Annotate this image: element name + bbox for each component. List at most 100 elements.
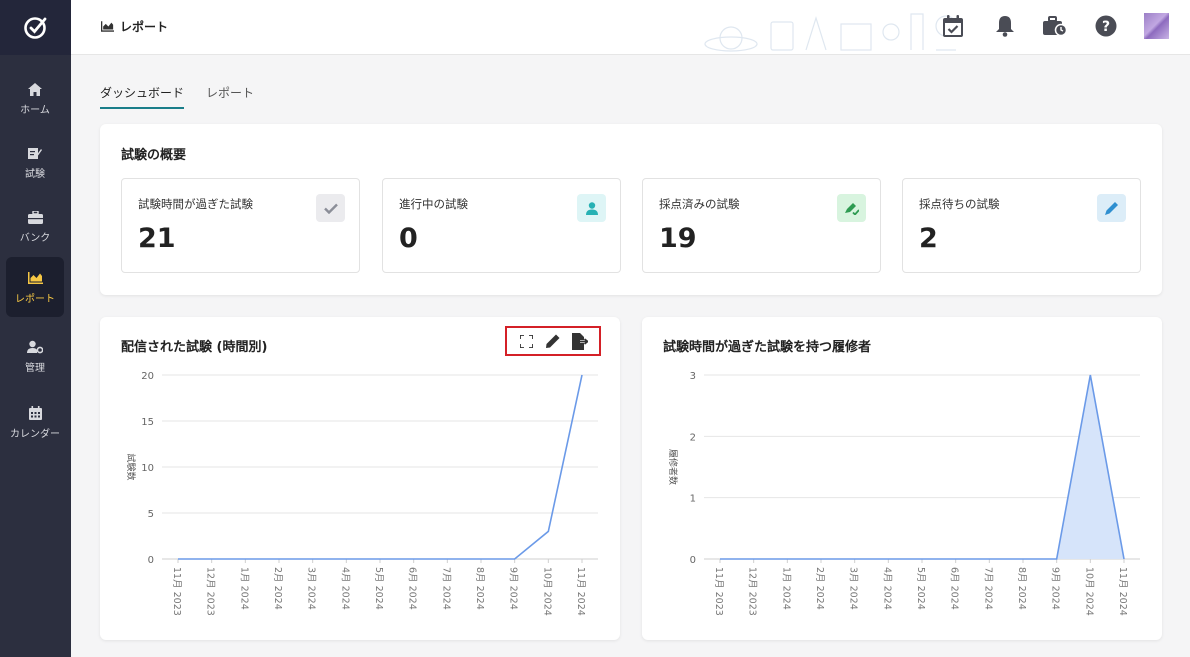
chart2-y-tick-label: 3 xyxy=(690,371,696,382)
chart1-y-axis-label: 試験数 xyxy=(125,453,137,480)
stat-card-in-progress[interactable]: 進行中の試験 0 xyxy=(382,178,621,273)
person-icon xyxy=(577,194,606,222)
sidebar-item-label: ホーム xyxy=(20,105,50,116)
chart2-x-tick-label: 4月 2024 xyxy=(881,567,892,610)
exams-delivered-chart-card: 配信された試験 (時間別) 0 5 10 15 20 試験数 11月 2023 12月 202… xyxy=(100,317,620,640)
sidebar-item-label: レポート xyxy=(15,294,55,305)
fullscreen-icon[interactable] xyxy=(516,331,536,351)
chart2-y-tick-label: 2 xyxy=(690,432,696,443)
exam-edit-icon xyxy=(28,144,42,162)
chart1-y-tick-label: 20 xyxy=(141,371,154,382)
chart2-x-tick-label: 10月 2024 xyxy=(1083,567,1094,616)
chart2-x-tick-label: 12月 2023 xyxy=(747,567,758,616)
home-icon xyxy=(28,80,42,98)
pen-icon xyxy=(1097,194,1126,222)
chart1-x-tick-label: 3月 2024 xyxy=(306,567,317,610)
chart-icon xyxy=(101,21,114,32)
app-logo[interactable] xyxy=(0,0,71,55)
briefcase-clock-icon[interactable] xyxy=(1043,13,1067,39)
sidebar: ホーム 試験 バンク レポート 管理 カレンダー xyxy=(0,0,71,657)
overview-title: 試験の概要 xyxy=(121,148,187,163)
chart2-x-tick-label: 7月 2024 xyxy=(982,567,993,610)
user-gear-icon xyxy=(27,338,43,356)
briefcase-icon xyxy=(27,208,43,226)
chart1-x-tick-label: 2月 2024 xyxy=(272,567,283,610)
sidebar-item-label: 試験 xyxy=(25,169,45,180)
stat-label: 採点待ちの試験 xyxy=(919,197,1000,211)
stat-card-pending[interactable]: 採点待ちの試験 2 xyxy=(902,178,1141,273)
stat-value: 21 xyxy=(138,223,176,254)
chart1-x-tick-label: 6月 2024 xyxy=(407,567,418,610)
page-title: レポート xyxy=(101,18,168,35)
top-header: レポート ? xyxy=(71,0,1190,55)
sidebar-item-report[interactable]: レポート xyxy=(6,257,64,317)
chart2-x-tick-label: 8月 2024 xyxy=(1016,567,1027,610)
chart1-x-tick-label: 11月 2023 xyxy=(171,567,182,616)
chart1-x-tick-label: 12月 2023 xyxy=(205,567,216,616)
sidebar-item-label: バンク xyxy=(19,233,51,244)
tab-dashboard[interactable]: ダッシュボード xyxy=(100,84,185,109)
calendar-icon xyxy=(28,404,42,422)
exams-delivered-line-chart: 0 5 10 15 20 試験数 11月 2023 12月 2023 1月 2024 2月 202… xyxy=(125,371,598,616)
chart1-y-tick-label: 5 xyxy=(148,509,154,520)
check-icon xyxy=(316,194,345,222)
chart1-x-tick-label: 4月 2024 xyxy=(339,567,350,610)
svg-text:?: ? xyxy=(1102,19,1110,35)
stat-label: 採点済みの試験 xyxy=(659,197,740,211)
chart-toolbar xyxy=(505,326,601,356)
students-expired-chart-card: 試験時間が過ぎた試験を持つ履修者 0 1 2 3 履修者数 11月 2023 12月 202… xyxy=(642,317,1162,640)
chart2-x-tick-label: 1月 2024 xyxy=(780,567,791,610)
tab-report[interactable]: レポート xyxy=(206,84,254,109)
tab-bar: ダッシュボード レポート xyxy=(100,84,254,109)
chart-icon xyxy=(27,269,43,287)
chart1-x-tick-label: 7月 2024 xyxy=(440,567,451,610)
edit-icon[interactable] xyxy=(543,331,563,351)
chart2-x-tick-label: 3月 2024 xyxy=(848,567,859,610)
chart1-title: 配信された試験 (時間別) xyxy=(121,340,268,355)
chart1-x-tick-label: 11月 2024 xyxy=(575,567,586,616)
chart2-y-tick-label: 0 xyxy=(690,555,696,566)
bell-icon[interactable] xyxy=(993,13,1017,39)
export-icon[interactable] xyxy=(570,331,590,351)
sidebar-item-label: カレンダー xyxy=(10,429,60,440)
chart2-title: 試験時間が過ぎた試験を持つ履修者 xyxy=(663,340,872,355)
stat-value: 2 xyxy=(919,223,938,254)
user-avatar[interactable] xyxy=(1144,13,1169,39)
chart2-x-tick-label: 11月 2024 xyxy=(1117,567,1128,616)
chart2-y-tick-label: 1 xyxy=(690,494,696,505)
chart1-x-tick-label: 10月 2024 xyxy=(541,567,552,616)
chart1-x-tick-label: 8月 2024 xyxy=(474,567,485,610)
chart1-x-tick-label: 1月 2024 xyxy=(238,567,249,610)
sidebar-item-bank[interactable]: バンク xyxy=(6,196,64,256)
students-expired-area-chart: 0 1 2 3 履修者数 11月 2023 12月 2023 1月 2024 2月 2024 3月… xyxy=(667,371,1140,616)
chart1-y-tick-label: 0 xyxy=(148,555,154,566)
chart1-x-tick-label: 9月 2024 xyxy=(508,567,519,610)
chart2-x-tick-label: 2月 2024 xyxy=(814,567,825,610)
pen-check-icon xyxy=(837,194,866,222)
chart2-x-tick-label: 9月 2024 xyxy=(1050,567,1061,610)
sidebar-item-exam[interactable]: 試験 xyxy=(6,132,64,192)
logo-check-circle-icon xyxy=(23,16,46,39)
calendar-check-icon[interactable] xyxy=(941,13,965,39)
stat-card-graded[interactable]: 採点済みの試験 19 xyxy=(642,178,881,273)
chart1-y-tick-label: 15 xyxy=(141,417,154,428)
sidebar-item-home[interactable]: ホーム xyxy=(6,68,64,128)
stat-label: 試験時間が過ぎた試験 xyxy=(138,197,253,211)
page-title-text: レポート xyxy=(120,20,169,34)
chart2-y-axis-label: 履修者数 xyxy=(667,449,679,485)
exam-overview-card: 試験の概要 試験時間が過ぎた試験 21 進行中の試験 0 採点済みの試験 19 … xyxy=(100,124,1162,295)
chart1-y-tick-label: 10 xyxy=(141,463,154,474)
chart2-area-fill xyxy=(720,375,1124,559)
stat-value: 19 xyxy=(659,223,697,254)
sidebar-item-calendar[interactable]: カレンダー xyxy=(6,392,64,452)
help-icon[interactable]: ? xyxy=(1094,13,1118,39)
chart2-x-tick-label: 11月 2023 xyxy=(713,567,724,616)
chart1-x-tick-label: 5月 2024 xyxy=(373,567,384,610)
sidebar-item-admin[interactable]: 管理 xyxy=(6,326,64,386)
header-decoration-illustration xyxy=(704,13,957,52)
stat-card-expired[interactable]: 試験時間が過ぎた試験 21 xyxy=(121,178,360,273)
sidebar-item-label: 管理 xyxy=(25,363,45,374)
stat-value: 0 xyxy=(399,223,418,254)
chart2-x-tick-label: 5月 2024 xyxy=(915,567,926,610)
chart2-x-tick-label: 6月 2024 xyxy=(949,567,960,610)
